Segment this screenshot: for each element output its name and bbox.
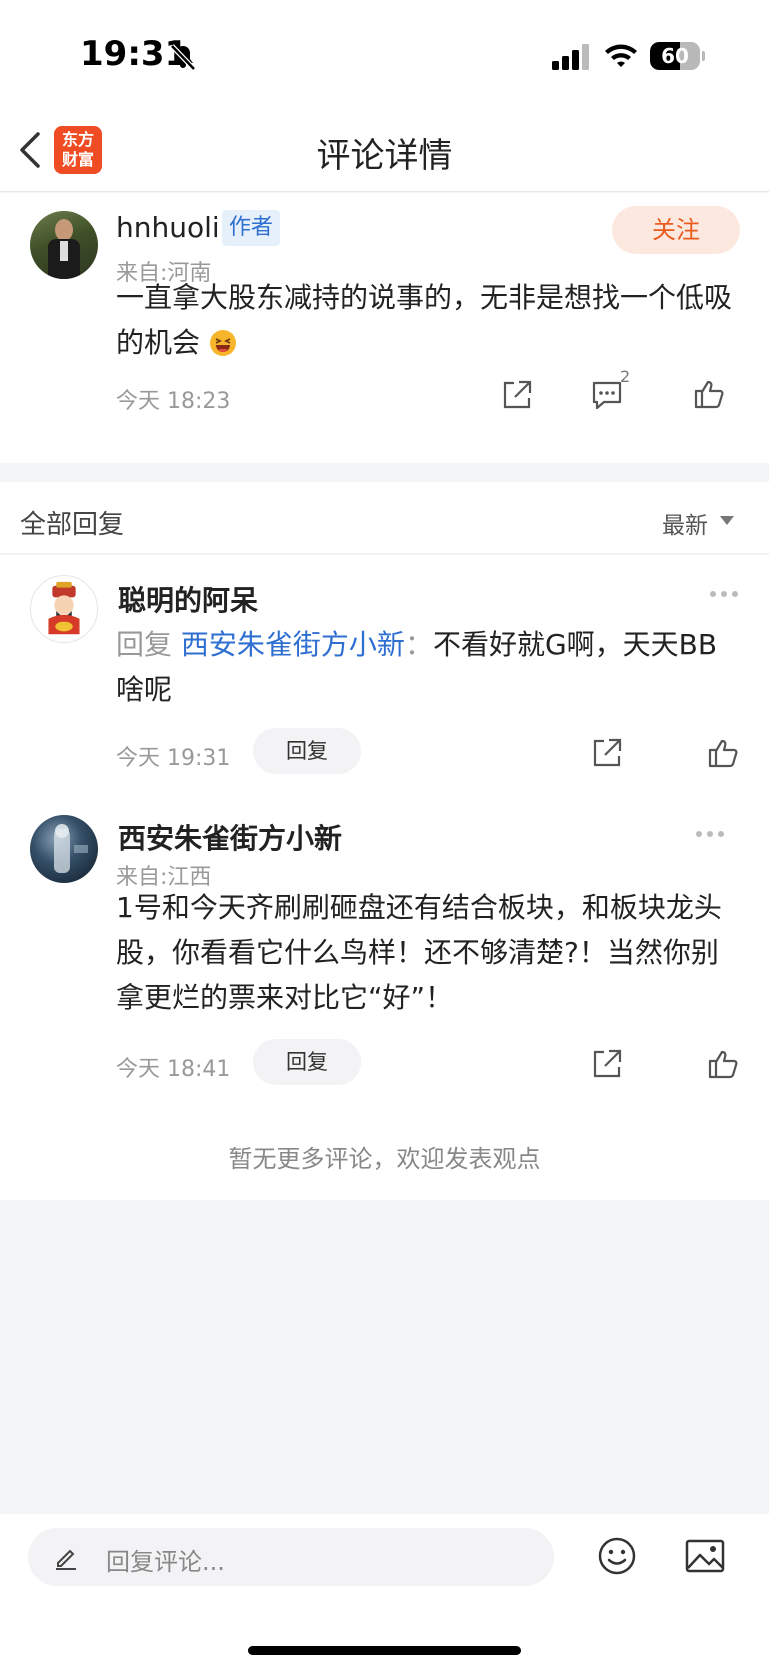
share-icon[interactable] bbox=[590, 736, 624, 770]
main-comment: hnhuoli 作者 关注 来自:河南 一直拿大股东减持的说事的，无非是想找一个… bbox=[0, 193, 769, 463]
nav-bar: 东方 财富 评论详情 bbox=[0, 110, 769, 192]
dark-photo-avatar-icon bbox=[54, 824, 88, 873]
image-icon[interactable] bbox=[684, 1536, 726, 1576]
reply-target-link[interactable]: 西安朱雀街方小新 bbox=[181, 628, 405, 661]
page-title: 评论详情 bbox=[316, 136, 453, 176]
reply-body: 1号和今天齐刷刷砸盘还有结合板块，和板块龙头股，你看看它什么鸟样！还不够清楚?！… bbox=[116, 891, 722, 1014]
bell-muted-icon bbox=[170, 44, 196, 71]
reply-button[interactable]: 回复 bbox=[253, 728, 361, 774]
home-indicator bbox=[248, 1646, 521, 1655]
author-badge: 作者 bbox=[222, 210, 281, 246]
avatar[interactable] bbox=[30, 575, 98, 643]
battery-level: 60 bbox=[661, 44, 689, 68]
share-icon[interactable] bbox=[500, 378, 534, 412]
reply-username[interactable]: 西安朱雀街方小新 bbox=[118, 817, 342, 857]
avatar[interactable] bbox=[30, 815, 98, 883]
comment-time: 今天 18:23 bbox=[116, 389, 231, 414]
follow-button[interactable]: 关注 bbox=[612, 206, 740, 254]
replies-title: 全部回复 bbox=[20, 510, 125, 540]
like-icon[interactable] bbox=[706, 736, 740, 770]
laughing-emoji-icon bbox=[209, 330, 236, 356]
sort-dropdown[interactable]: 最新 bbox=[662, 506, 708, 540]
no-more-comments-note: 暂无更多评论，欢迎发表观点 bbox=[228, 1145, 541, 1173]
pencil-icon bbox=[56, 1549, 76, 1570]
emoji-icon[interactable] bbox=[597, 1536, 637, 1576]
battery-indicator: 60 bbox=[650, 42, 705, 70]
reply-count-badge: 2 bbox=[620, 367, 631, 386]
reply-button[interactable]: 回复 bbox=[253, 1039, 361, 1085]
share-icon[interactable] bbox=[590, 1047, 624, 1081]
caishen-avatar-icon bbox=[31, 576, 97, 642]
reply-body: 回复 西安朱雀街方小新：不看好就G啊，天天BB啥呢 bbox=[116, 628, 718, 706]
input-placeholder: 回复评论... bbox=[106, 1548, 225, 1576]
reply-comment-input[interactable]: 回复评论... bbox=[28, 1528, 554, 1586]
author-username[interactable]: hnhuoli bbox=[116, 211, 220, 244]
like-icon[interactable] bbox=[706, 1047, 740, 1081]
status-bar: 19:31 60 bbox=[0, 0, 769, 110]
avatar[interactable] bbox=[30, 211, 98, 279]
like-icon[interactable] bbox=[692, 377, 726, 411]
caret-down-icon[interactable] bbox=[720, 516, 734, 526]
more-icon[interactable] bbox=[694, 829, 726, 839]
comment-icon[interactable] bbox=[590, 378, 624, 412]
replies-list: 聪明的阿呆 回复 西安朱雀街方小新：不看好就G啊，天天BB啥呢 今天 19:31… bbox=[0, 555, 769, 1200]
bottom-input-bar: 回复评论... bbox=[0, 1514, 769, 1665]
reply-time: 今天 19:31 bbox=[116, 746, 231, 771]
cellular-signal-icon bbox=[552, 44, 589, 70]
more-icon[interactable] bbox=[708, 589, 740, 599]
replies-header: 全部回复 最新 bbox=[0, 482, 769, 554]
comment-body: 一直拿大股东减持的说事的，无非是想找一个低吸的机会 bbox=[116, 281, 733, 359]
wifi-icon bbox=[605, 44, 637, 67]
reply-username[interactable]: 聪明的阿呆 bbox=[118, 579, 258, 619]
reply-time: 今天 18:41 bbox=[116, 1057, 231, 1082]
